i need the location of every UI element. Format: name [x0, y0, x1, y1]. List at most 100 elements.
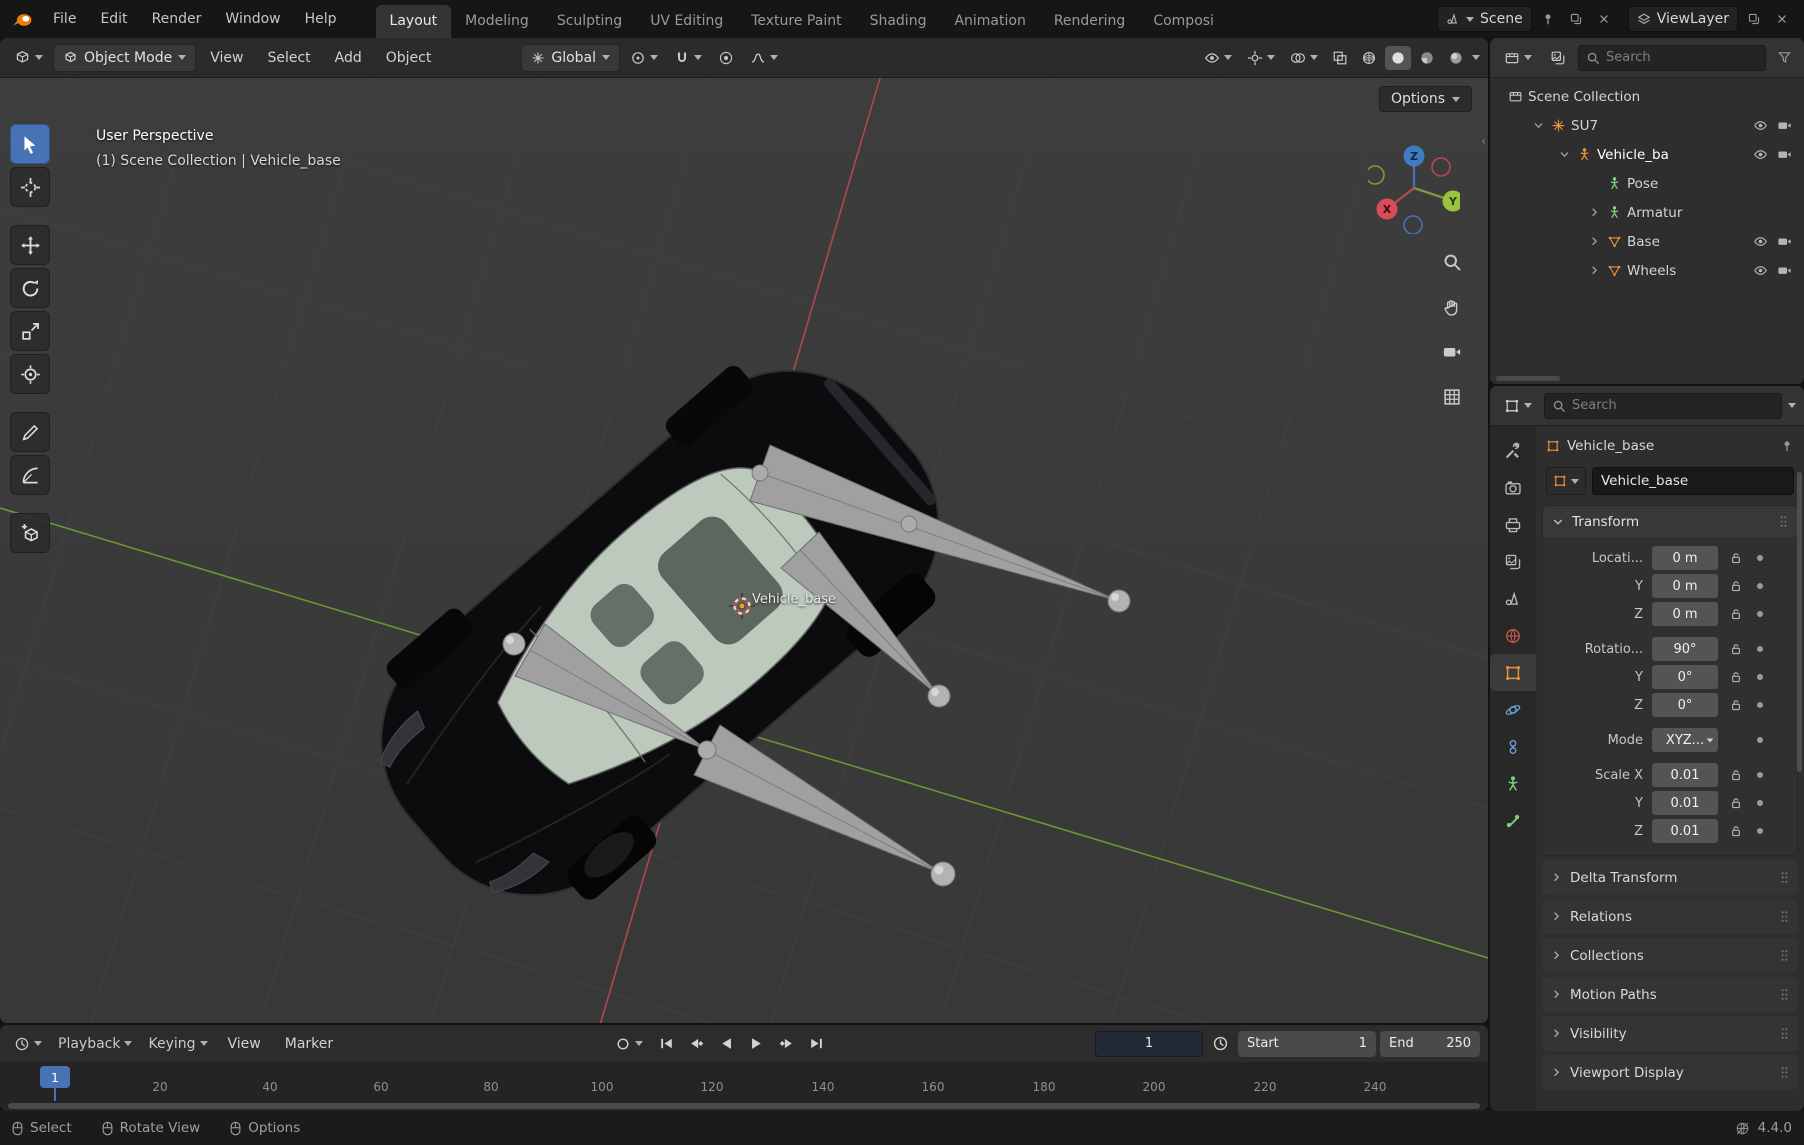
- 3d-scene[interactable]: [0, 78, 1488, 1023]
- tab-output[interactable]: [1490, 506, 1536, 543]
- menu-add[interactable]: Add: [325, 46, 372, 70]
- transform-orientation-dropdown[interactable]: Global: [521, 44, 620, 72]
- tab-bone[interactable]: [1490, 802, 1536, 839]
- outliner-row-scene-collection[interactable]: Scene Collection: [1490, 82, 1804, 111]
- outliner-row-su7[interactable]: SU7: [1490, 111, 1804, 140]
- gizmos-dropdown[interactable]: [1241, 47, 1281, 69]
- animate-dot[interactable]: [1757, 583, 1763, 589]
- drag-grip-icon[interactable]: [1778, 514, 1789, 529]
- lock-icon[interactable]: [1729, 551, 1743, 565]
- tab-compositing[interactable]: Composi: [1139, 5, 1228, 38]
- outliner-row-wheels[interactable]: Wheels: [1490, 256, 1804, 285]
- lock-icon[interactable]: [1729, 607, 1743, 621]
- auto-keying-toggle[interactable]: [609, 1033, 649, 1055]
- shading-wireframe-button[interactable]: [1356, 46, 1382, 70]
- zoom-button[interactable]: [1440, 250, 1464, 274]
- drag-grip-icon[interactable]: [1779, 1065, 1790, 1080]
- outliner-search-input[interactable]: [1606, 50, 1758, 65]
- rotation-z-field[interactable]: 0°: [1652, 693, 1718, 717]
- drag-grip-icon[interactable]: [1779, 1026, 1790, 1041]
- camera-icon[interactable]: [1777, 263, 1792, 278]
- menu-render[interactable]: Render: [141, 7, 213, 31]
- eye-icon[interactable]: [1753, 263, 1768, 278]
- outliner-filter-image-button[interactable]: [1544, 47, 1572, 69]
- disclosure-triangle[interactable]: [1556, 147, 1572, 163]
- section-relations[interactable]: Relations: [1542, 899, 1798, 934]
- outliner-row-pose[interactable]: Pose: [1490, 169, 1804, 198]
- scene-selector[interactable]: Scene: [1437, 6, 1532, 32]
- eye-icon[interactable]: [1753, 147, 1768, 162]
- shading-dropdown-chevron[interactable]: [1472, 55, 1480, 60]
- play-button[interactable]: [743, 1031, 770, 1057]
- properties-search-input[interactable]: [1572, 398, 1774, 413]
- jump-to-start-button[interactable]: [653, 1031, 680, 1057]
- menu-select[interactable]: Select: [257, 46, 320, 70]
- properties-scrollbar[interactable]: [1797, 472, 1802, 772]
- tab-physics[interactable]: [1490, 691, 1536, 728]
- drag-grip-icon[interactable]: [1779, 948, 1790, 963]
- pan-button[interactable]: [1440, 295, 1464, 319]
- timeline-scrollbar[interactable]: [8, 1103, 1480, 1109]
- outliner-row-vehicle-base[interactable]: Vehicle_ba: [1490, 140, 1804, 169]
- menu-window[interactable]: Window: [214, 7, 291, 31]
- tool-annotate[interactable]: [10, 412, 50, 452]
- object-name-field[interactable]: Vehicle_base: [1592, 467, 1794, 495]
- viewlayer-selector[interactable]: ViewLayer: [1628, 6, 1738, 32]
- transform-panel-header[interactable]: Transform: [1543, 506, 1797, 537]
- lock-icon[interactable]: [1729, 768, 1743, 782]
- rotation-mode-dropdown[interactable]: XYZ...: [1652, 728, 1718, 752]
- proportional-editing-toggle[interactable]: [712, 47, 740, 69]
- pin-id-button[interactable]: [1780, 439, 1794, 453]
- tool-add-cube[interactable]: [10, 513, 50, 553]
- jump-to-end-button[interactable]: [803, 1031, 830, 1057]
- scale-x-field[interactable]: 0.01: [1652, 763, 1718, 787]
- disclosure-triangle[interactable]: [1586, 205, 1602, 221]
- lock-icon[interactable]: [1729, 698, 1743, 712]
- lock-icon[interactable]: [1729, 670, 1743, 684]
- tab-modeling[interactable]: Modeling: [451, 5, 543, 38]
- location-z-field[interactable]: 0 m: [1652, 602, 1718, 626]
- rotation-y-field[interactable]: 0°: [1652, 665, 1718, 689]
- properties-options-chevron[interactable]: [1788, 403, 1796, 408]
- outliner-row-base[interactable]: Base: [1490, 227, 1804, 256]
- outliner-search[interactable]: [1578, 45, 1766, 71]
- tab-object-data[interactable]: [1490, 765, 1536, 802]
- scale-z-field[interactable]: 0.01: [1652, 819, 1718, 843]
- end-frame-field[interactable]: End 250: [1380, 1031, 1480, 1057]
- section-viewport-display[interactable]: Viewport Display: [1542, 1055, 1798, 1090]
- camera-icon[interactable]: [1777, 118, 1792, 133]
- lock-icon[interactable]: [1729, 642, 1743, 656]
- eye-icon[interactable]: [1753, 234, 1768, 249]
- shading-solid-button[interactable]: [1385, 46, 1411, 70]
- menu-view[interactable]: View: [200, 46, 253, 70]
- location-y-field[interactable]: 0 m: [1652, 574, 1718, 598]
- outliner-filter-button[interactable]: [1772, 46, 1796, 70]
- tool-move[interactable]: [10, 225, 50, 265]
- pivot-point-dropdown[interactable]: [624, 47, 664, 69]
- id-type-dropdown[interactable]: [1546, 467, 1586, 495]
- disclosure-triangle[interactable]: [1530, 118, 1546, 134]
- use-preview-range-toggle[interactable]: [1207, 1031, 1234, 1057]
- outliner-row-armature[interactable]: Armatur: [1490, 198, 1804, 227]
- tab-tool[interactable]: [1490, 432, 1536, 469]
- navigation-gizmo[interactable]: Z Y X: [1368, 142, 1460, 234]
- disclosure-triangle[interactable]: [1586, 263, 1602, 279]
- menu-help[interactable]: Help: [294, 7, 348, 31]
- tab-view-layer[interactable]: [1490, 543, 1536, 580]
- current-frame-field[interactable]: 1: [1095, 1031, 1203, 1057]
- camera-view-button[interactable]: [1440, 340, 1464, 364]
- menu-object[interactable]: Object: [376, 46, 442, 70]
- timeline-ruler[interactable]: 20 40 60 80 100 120 140 160 180 200 220 …: [0, 1063, 1488, 1111]
- xray-toggle[interactable]: [1327, 46, 1353, 70]
- disclosure-triangle[interactable]: [1586, 234, 1602, 250]
- playback-menu[interactable]: Playback: [52, 1033, 138, 1055]
- properties-editor-type-button[interactable]: [1498, 395, 1538, 417]
- new-viewlayer-button[interactable]: [1742, 7, 1766, 31]
- camera-icon[interactable]: [1777, 234, 1792, 249]
- section-visibility[interactable]: Visibility: [1542, 1016, 1798, 1051]
- outliner-display-mode-button[interactable]: [1498, 47, 1538, 69]
- menu-edit[interactable]: Edit: [89, 7, 138, 31]
- options-button[interactable]: Options: [1379, 86, 1472, 112]
- prev-keyframe-button[interactable]: [683, 1031, 710, 1057]
- timeline-editor-type-button[interactable]: [8, 1033, 48, 1055]
